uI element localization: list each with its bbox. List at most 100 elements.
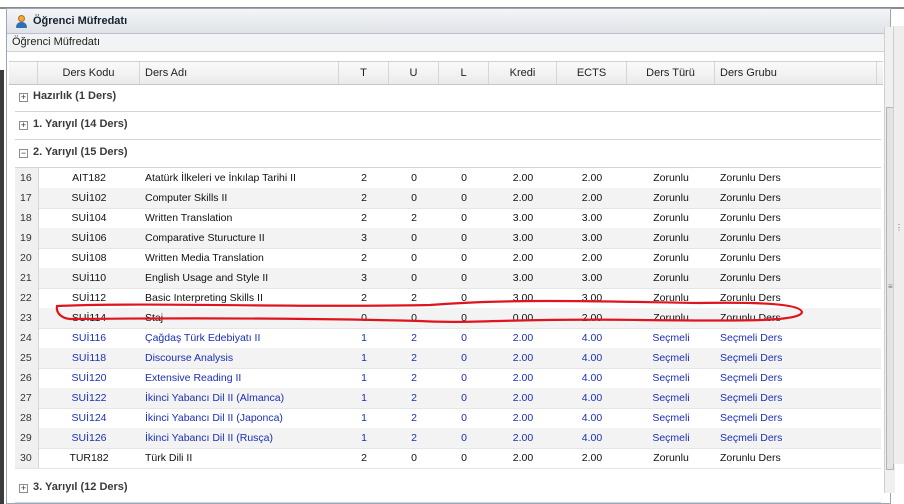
expand-icon[interactable]: + (19, 484, 28, 493)
cell-name: Atatürk İlkeleri ve İnkılap Tarihi II (145, 172, 296, 184)
header-name[interactable]: Ders Adı (140, 62, 339, 84)
cell-code: SUİ104 (71, 212, 107, 224)
cell-ects: 4.00 (581, 432, 603, 444)
table-row[interactable]: 22 SUİ112 Basic Interpreting Skills II 2 2 0 3… (15, 288, 881, 309)
table-row[interactable]: 27 SUİ122 İkinci Yabancı Dil II (Almanca) 1… (15, 388, 881, 409)
cell-type: Zorunlu (653, 212, 689, 224)
expand-icon[interactable]: + (19, 121, 28, 130)
cell-t: 1 (361, 372, 367, 384)
header-group[interactable]: Ders Grubu (715, 62, 877, 84)
row-number: 27 (15, 388, 39, 408)
cell-u: 2 (411, 372, 417, 384)
cell-kredi: 2.00 (512, 372, 534, 384)
table-row[interactable]: 20 SUİ108 Written Media Translation 2 0 0 2.00… (15, 248, 881, 269)
cell-type: Seçmeli (652, 432, 690, 444)
cell-kredi: 2.00 (512, 172, 534, 184)
table-row[interactable]: 25 SUİ118 Discourse Analysis 1 2 0 2.00 4.00 Seç… (15, 348, 881, 369)
table-row[interactable]: 17 SUİ102 Computer Skills II 2 0 0 2.00 2.00 Zor… (15, 188, 881, 209)
cell-group: Zorunlu Ders (720, 252, 781, 264)
cell-group: Seçmeli Ders (720, 392, 783, 404)
table-row[interactable]: 23 SUİ114 Staj 0 0 0 0.00 2.00 Zorunlu Zorunlu De… (15, 308, 881, 329)
cell-t: 3 (361, 232, 367, 244)
cell-u: 0 (411, 252, 417, 264)
cell-group: Zorunlu Ders (720, 192, 781, 204)
cell-code: SUİ126 (71, 432, 107, 444)
table-row[interactable]: 28 SUİ124 İkinci Yabancı Dil II (Japonca) 1… (15, 408, 881, 429)
cell-group: Zorunlu Ders (720, 212, 781, 224)
table-row[interactable]: 30 TUR182 Türk Dili II 2 0 0 2.00 2.00 Zorunlu Zo… (15, 448, 881, 469)
cell-group: Zorunlu Ders (720, 232, 781, 244)
table-row[interactable]: 18 SUİ104 Written Translation 2 2 0 3.00 3.00 Zo… (15, 208, 881, 229)
header-ects[interactable]: ECTS (557, 62, 627, 84)
row-number: 23 (15, 308, 39, 328)
header-type[interactable]: Ders Türü (627, 62, 715, 84)
cell-name: İkinci Yabancı Dil II (Almanca) (145, 392, 285, 404)
header-code[interactable]: Ders Kodu (38, 62, 140, 84)
cell-code: SUİ102 (71, 192, 107, 204)
row-number: 21 (15, 268, 39, 288)
cell-group: Zorunlu Ders (720, 292, 781, 304)
cell-l: 0 (461, 252, 467, 264)
cell-group: Zorunlu Ders (720, 452, 781, 464)
cell-group: Seçmeli Ders (720, 332, 783, 344)
curriculum-panel: Öğrenci Müfredatı Öğrenci Müfredatı Ders… (6, 8, 895, 504)
expand-icon[interactable]: + (19, 93, 28, 102)
header-l[interactable]: L (439, 62, 489, 84)
cell-t: 1 (361, 392, 367, 404)
cell-l: 0 (461, 312, 467, 324)
group-yariyil-1[interactable]: + 1. Yarıyıl (14 Ders) (15, 112, 881, 140)
cell-kredi: 2.00 (512, 412, 534, 424)
cell-code: SUİ118 (71, 352, 107, 364)
table-row[interactable]: 19 SUİ106 Comparative Sturucture II 3 0 0 3.00… (15, 228, 881, 249)
cell-group: Zorunlu Ders (720, 272, 781, 284)
table-row[interactable]: 26 SUİ120 Extensive Reading II 1 2 0 2.00 4.00 S… (15, 368, 881, 389)
group-yariyil-3[interactable]: + 3. Yarıyıl (12 Ders) (15, 475, 881, 503)
cell-code: AIT182 (72, 172, 106, 184)
cell-name: Basic Interpreting Skills II (145, 292, 263, 304)
table-row[interactable]: 16 AIT182 Atatürk İlkeleri ve İnkılap Tari… (15, 168, 881, 189)
cell-code: TUR182 (69, 452, 109, 464)
header-u[interactable]: U (389, 62, 439, 84)
cell-t: 1 (361, 432, 367, 444)
row-number: 26 (15, 368, 39, 388)
cell-kredi: 3.00 (512, 292, 534, 304)
cell-l: 0 (461, 452, 467, 464)
cell-type: Zorunlu (653, 172, 689, 184)
group-label: 2. Yarıyıl (15 Ders) (33, 146, 128, 158)
cell-type: Zorunlu (653, 192, 689, 204)
row-number: 19 (15, 228, 39, 248)
collapse-icon[interactable]: − (19, 149, 28, 158)
table-row[interactable]: 21 SUİ110 English Usage and Style II 3 0 0 3.0… (15, 268, 881, 289)
header-rownum (9, 62, 38, 84)
cell-kredi: 3.00 (512, 232, 534, 244)
header-t[interactable]: T (339, 62, 389, 84)
panel-header: Öğrenci Müfredatı (7, 9, 890, 34)
cell-name: Written Translation (145, 212, 233, 224)
table-row[interactable]: 24 SUİ116 Çağdaş Türk Edebiyatı II 1 2 0 2.00 4… (15, 328, 881, 349)
grip-icon: ⋮ (895, 223, 903, 232)
group-hazirlik[interactable]: + Hazırlık (1 Ders) (15, 84, 881, 112)
cell-type: Zorunlu (653, 232, 689, 244)
cell-ects: 4.00 (581, 352, 603, 364)
cell-l: 0 (461, 352, 467, 364)
cell-code: SUİ116 (71, 332, 107, 344)
group-yariyil-2[interactable]: − 2. Yarıyıl (15 Ders) (15, 140, 881, 168)
cell-t: 2 (361, 252, 367, 264)
grip-icon: ≡ (888, 282, 893, 291)
cell-kredi: 2.00 (512, 392, 534, 404)
cell-u: 2 (411, 432, 417, 444)
cell-t: 2 (361, 452, 367, 464)
grid-header: Ders Kodu Ders Adı T U L Kredi ECTS Ders… (9, 61, 883, 85)
cell-type: Seçmeli (652, 392, 690, 404)
table-row[interactable]: 29 SUİ126 İkinci Yabancı Dil II (Rusça) 1 2 0… (15, 428, 881, 449)
header-kredi[interactable]: Kredi (489, 62, 557, 84)
page-scrollbar[interactable]: ⋮ (893, 26, 904, 464)
cell-t: 1 (361, 412, 367, 424)
cell-group: Seçmeli Ders (720, 372, 783, 384)
cell-t: 3 (361, 272, 367, 284)
cell-name: Comparative Sturucture II (145, 232, 265, 244)
panel-title: Öğrenci Müfredatı (33, 15, 128, 27)
cell-ects: 4.00 (581, 392, 603, 404)
group-label: 3. Yarıyıl (12 Ders) (33, 481, 128, 493)
cell-kredi: 2.00 (512, 332, 534, 344)
